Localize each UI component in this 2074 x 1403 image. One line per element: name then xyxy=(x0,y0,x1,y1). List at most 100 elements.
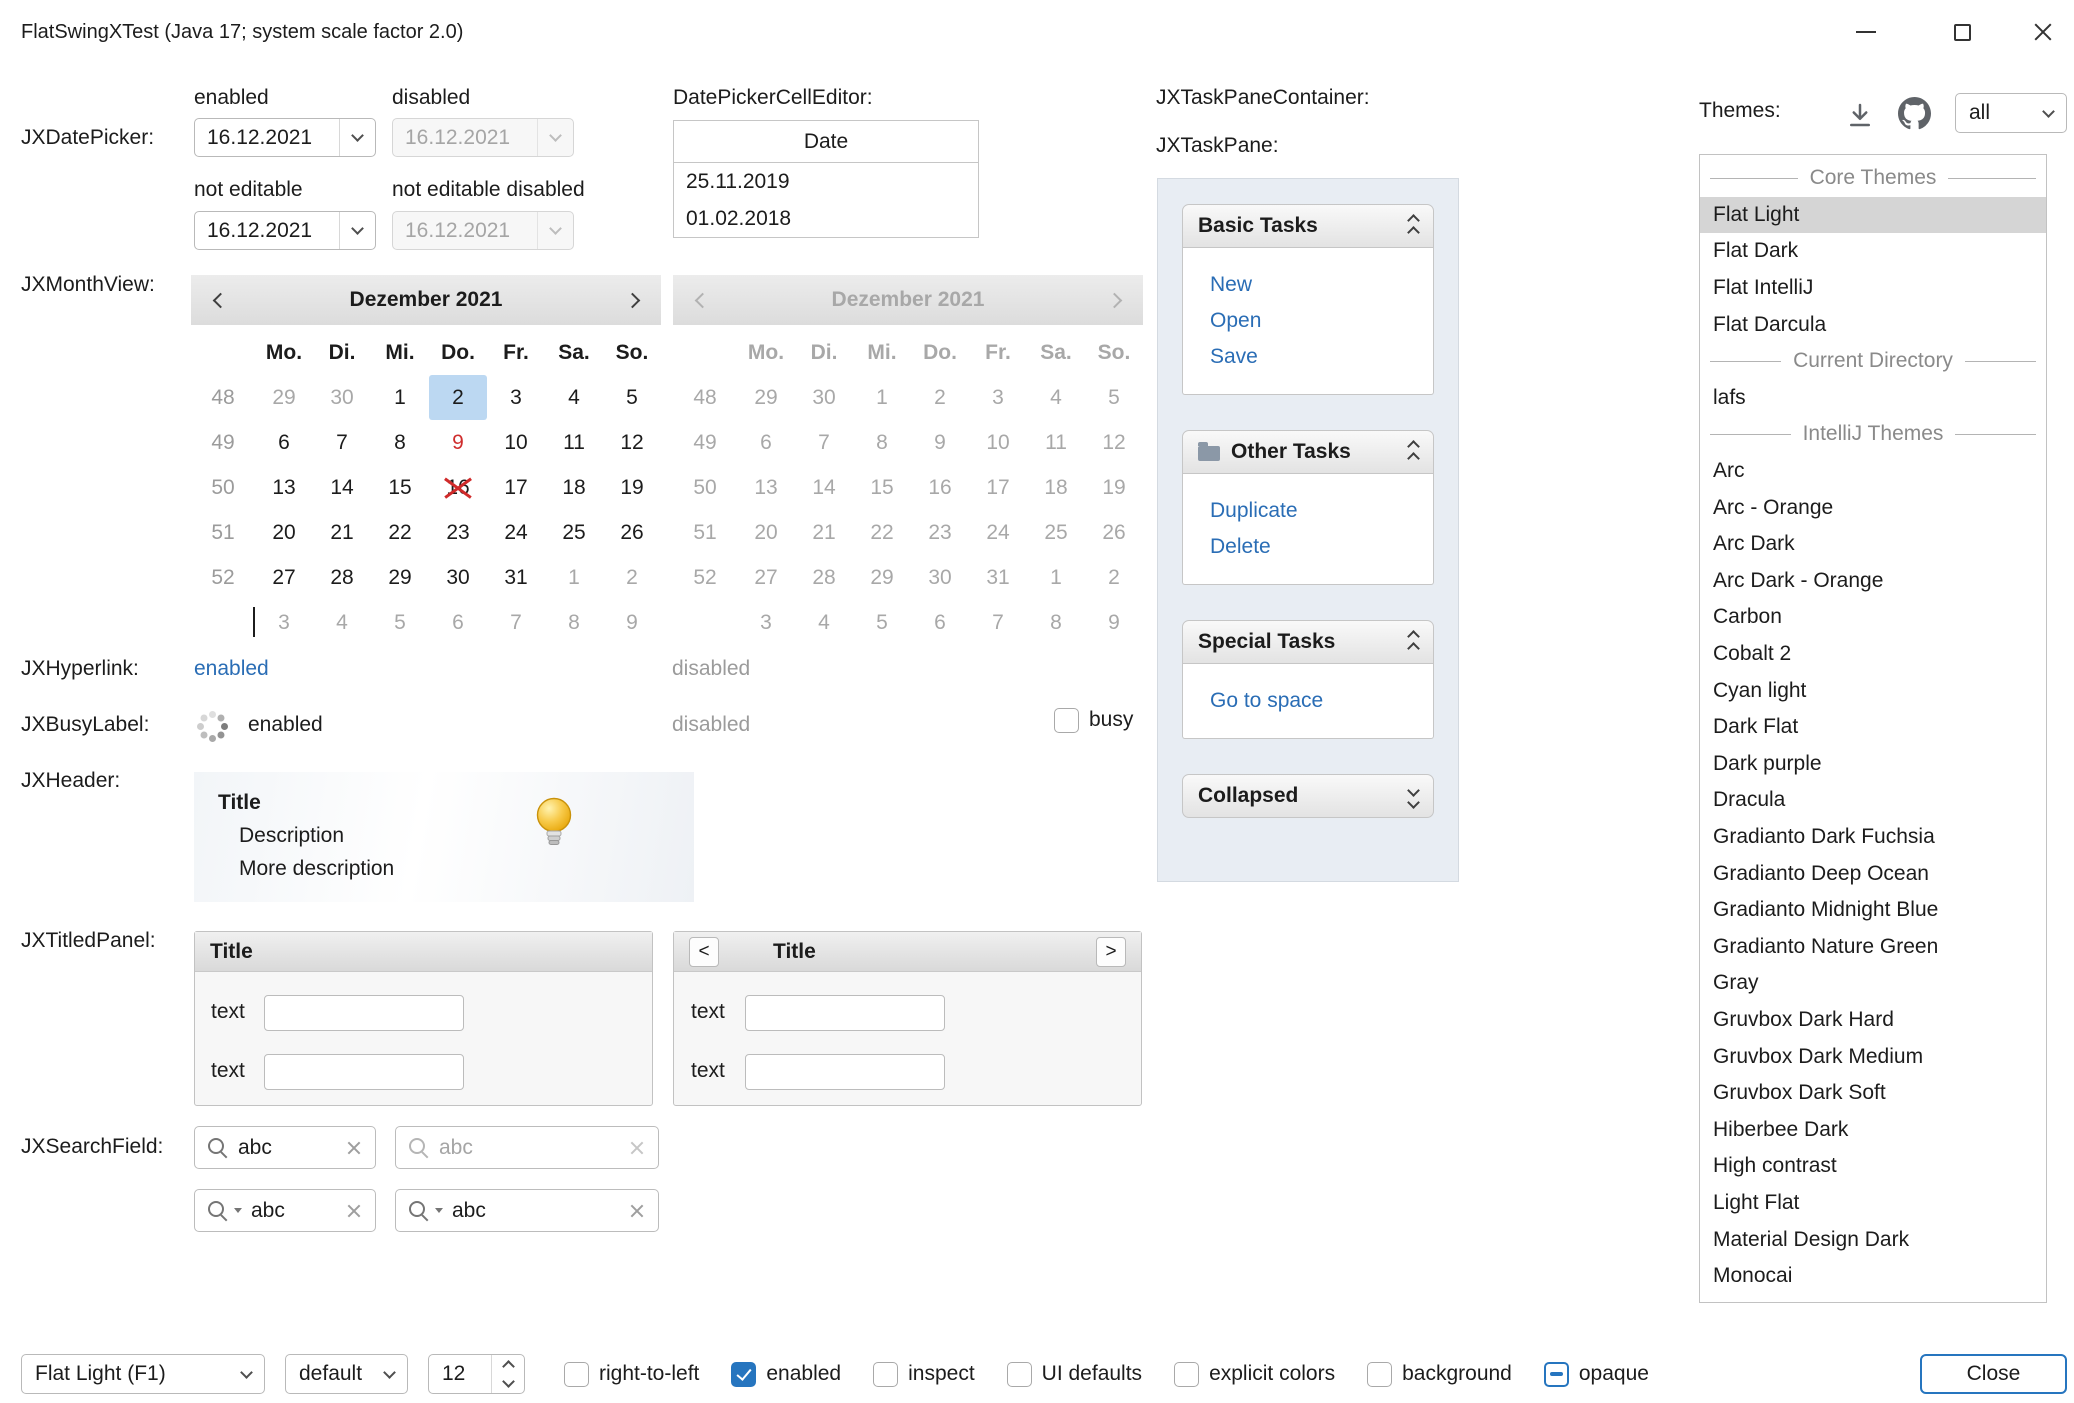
monthview-day-cell[interactable]: 30 xyxy=(313,375,371,420)
monthview-day-cell[interactable]: 25 xyxy=(545,510,603,555)
monthview-day-cell[interactable]: 26 xyxy=(603,510,661,555)
monthview-day-cell[interactable]: 3 xyxy=(255,600,313,645)
monthview-day-cell[interactable]: 7 xyxy=(487,600,545,645)
checkbox-ui-defaults[interactable]: UI defaults xyxy=(1007,1354,1142,1394)
theme-list-item[interactable]: High contrast xyxy=(1700,1148,2046,1185)
themes-filter-combobox[interactable]: all xyxy=(1955,93,2067,133)
github-icon[interactable] xyxy=(1898,97,1931,130)
datepicker-enabled[interactable]: 16.12.2021 xyxy=(194,118,376,157)
taskpane-header[interactable]: Special Tasks xyxy=(1182,620,1434,664)
checkbox-box[interactable] xyxy=(564,1362,589,1387)
checkbox-box[interactable] xyxy=(1007,1362,1032,1387)
monthview-day-cell[interactable]: 9 xyxy=(429,420,487,465)
titled-panel-left-button[interactable]: < xyxy=(689,937,719,967)
hyperlink-enabled[interactable]: enabled xyxy=(194,657,269,681)
monthview-day-cell[interactable]: 28 xyxy=(313,555,371,600)
monthview-day-cell[interactable]: 29 xyxy=(371,555,429,600)
monthview-day-cell[interactable]: 19 xyxy=(603,465,661,510)
monthview-day-cell[interactable]: 10 xyxy=(487,420,545,465)
theme-list-item[interactable]: Arc Dark xyxy=(1700,526,2046,563)
checkbox-box[interactable] xyxy=(1174,1362,1199,1387)
monthview-day-cell[interactable]: 18 xyxy=(545,465,603,510)
searchfield-enabled[interactable]: abc xyxy=(194,1126,376,1169)
checkbox-background[interactable]: background xyxy=(1367,1354,1512,1394)
text-field[interactable] xyxy=(264,995,464,1031)
theme-list-item[interactable]: Nord xyxy=(1700,1294,2046,1303)
monthview-day-cell[interactable]: 2 xyxy=(429,375,487,420)
task-link[interactable]: New xyxy=(1210,267,1433,303)
checkbox-box[interactable] xyxy=(731,1362,756,1387)
checkbox-right-to-left[interactable]: right-to-left xyxy=(564,1354,699,1394)
laf-combobox[interactable]: Flat Light (F1) xyxy=(21,1354,265,1394)
checkbox-box[interactable] xyxy=(1544,1362,1569,1387)
theme-list-item[interactable]: Cobalt 2 xyxy=(1700,636,2046,673)
font-combobox[interactable]: default xyxy=(285,1354,408,1394)
clear-icon[interactable] xyxy=(345,1202,363,1220)
themes-list[interactable]: Core ThemesFlat LightFlat DarkFlat Intel… xyxy=(1699,154,2047,1303)
monthview-day-cell[interactable]: 30 xyxy=(429,555,487,600)
text-field[interactable] xyxy=(264,1054,464,1090)
monthview-day-cell[interactable]: 14 xyxy=(313,465,371,510)
theme-list-item[interactable]: Gray xyxy=(1700,965,2046,1002)
monthview-day-cell[interactable]: 12 xyxy=(603,420,661,465)
monthview-day-cell[interactable]: 22 xyxy=(371,510,429,555)
clear-icon[interactable] xyxy=(628,1202,646,1220)
theme-list-item[interactable]: Flat Darcula xyxy=(1700,306,2046,343)
window-close-button[interactable] xyxy=(2012,0,2074,64)
checkbox-explicit-colors[interactable]: explicit colors xyxy=(1174,1354,1335,1394)
font-size-spinner[interactable]: 12 xyxy=(428,1354,525,1394)
checkbox-box[interactable] xyxy=(1367,1362,1392,1387)
monthview-day-cell[interactable]: 1 xyxy=(545,555,603,600)
monthview-day-cell[interactable]: 27 xyxy=(255,555,313,600)
monthview-day-cell[interactable]: 31 xyxy=(487,555,545,600)
monthview-day-cell[interactable]: 9 xyxy=(603,600,661,645)
theme-list-item[interactable]: Dark purple xyxy=(1700,746,2046,783)
maximize-button[interactable] xyxy=(1931,0,1993,64)
text-field[interactable] xyxy=(745,1054,945,1090)
table-row[interactable]: 25.11.2019 xyxy=(674,163,978,200)
monthview-next-button[interactable] xyxy=(603,275,661,325)
theme-list-item[interactable]: Arc Dark - Orange xyxy=(1700,563,2046,600)
theme-list-item[interactable]: Gruvbox Dark Soft xyxy=(1700,1075,2046,1112)
clear-icon[interactable] xyxy=(345,1139,363,1157)
theme-list-item[interactable]: Light Flat xyxy=(1700,1185,2046,1222)
theme-list-item[interactable]: Monocai xyxy=(1700,1258,2046,1295)
task-link[interactable]: Go to space xyxy=(1210,683,1433,719)
close-button[interactable]: Close xyxy=(1920,1354,2067,1394)
checkbox-opaque[interactable]: opaque xyxy=(1544,1354,1649,1394)
theme-list-item[interactable]: Flat IntelliJ xyxy=(1700,270,2046,307)
monthview-day-cell[interactable]: 11 xyxy=(545,420,603,465)
monthview-enabled[interactable]: Dezember 2021Mo.Di.Mi.Do.Fr.Sa.So.482930… xyxy=(191,275,661,645)
task-link[interactable]: Duplicate xyxy=(1210,493,1433,529)
titled-panel-right-button[interactable]: > xyxy=(1096,937,1126,967)
monthview-day-cell[interactable]: 17 xyxy=(487,465,545,510)
monthview-day-cell[interactable]: 8 xyxy=(371,420,429,465)
monthview-day-cell[interactable]: 2 xyxy=(603,555,661,600)
monthview-day-cell[interactable]: 15 xyxy=(371,465,429,510)
monthview-day-cell[interactable]: 1 xyxy=(371,375,429,420)
monthview-day-cell[interactable]: 3 xyxy=(487,375,545,420)
monthview-prev-button[interactable] xyxy=(191,275,249,325)
cell-editor-table[interactable]: Date 25.11.2019 01.02.2018 xyxy=(673,120,979,238)
busy-checkbox[interactable]: busy xyxy=(1054,700,1133,740)
monthview-day-cell[interactable]: 6 xyxy=(255,420,313,465)
taskpane-header[interactable]: Collapsed xyxy=(1182,774,1434,818)
table-row[interactable]: 01.02.2018 xyxy=(674,200,978,237)
text-field[interactable] xyxy=(745,995,945,1031)
theme-list-item[interactable]: Flat Light xyxy=(1700,197,2046,234)
theme-list-item[interactable]: lafs xyxy=(1700,380,2046,417)
searchfield-with-menu-wide[interactable]: abc xyxy=(395,1189,659,1232)
monthview-day-cell[interactable]: 5 xyxy=(603,375,661,420)
theme-list-item[interactable]: Cyan light xyxy=(1700,672,2046,709)
task-link[interactable]: Delete xyxy=(1210,529,1433,565)
checkbox-box[interactable] xyxy=(1054,708,1079,733)
monthview-day-cell[interactable]: 4 xyxy=(313,600,371,645)
monthview-day-cell[interactable]: 29 xyxy=(255,375,313,420)
monthview-day-cell[interactable]: 23 xyxy=(429,510,487,555)
taskpane-header[interactable]: Other Tasks xyxy=(1182,430,1434,474)
theme-list-item[interactable]: Arc xyxy=(1700,453,2046,490)
monthview-day-cell[interactable]: 6 xyxy=(429,600,487,645)
theme-list-item[interactable]: Material Design Dark xyxy=(1700,1221,2046,1258)
taskpane-header[interactable]: Basic Tasks xyxy=(1182,204,1434,248)
monthview-day-cell[interactable]: 24 xyxy=(487,510,545,555)
